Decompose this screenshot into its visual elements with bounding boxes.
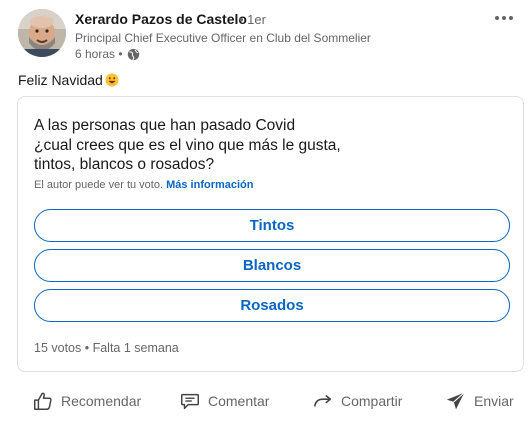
smiling-face-emoji-icon (105, 73, 119, 87)
poll-option-tintos[interactable]: Tintos (34, 209, 510, 242)
comment-button[interactable]: Comentar (179, 382, 269, 420)
feed-post: Xerardo Pazos de Castelo • 1er Principal… (0, 0, 530, 421)
poll-question-line: A las personas que han pasado Covid (34, 117, 296, 134)
send-button[interactable]: Enviar (445, 382, 514, 420)
poll-question: A las personas que han pasado Covid ¿cua… (34, 116, 504, 175)
post-time: 6 horas • (75, 47, 123, 61)
post-text-content: Feliz Navidad (18, 72, 103, 88)
connection-degree: • 1er (239, 12, 266, 27)
like-label: Recomendar (61, 393, 142, 409)
more-icon (495, 16, 499, 20)
thumbs-up-icon (34, 392, 52, 410)
poll-note-text: El autor puede ver tu voto. (34, 179, 164, 191)
send-icon (446, 392, 465, 410)
send-label: Enviar (474, 393, 514, 409)
author-headline: Principal Chief Executive Officer en Clu… (75, 31, 371, 45)
post-actions: Recomendar Comentar Compartir Enviar (0, 382, 530, 420)
post-text: Feliz Navidad (18, 72, 119, 88)
author-name[interactable]: Xerardo Pazos de Castelo (75, 11, 247, 27)
poll-question-line: ¿cual crees que es el vino que más le gu… (34, 136, 341, 154)
poll-option-blancos[interactable]: Blancos (34, 249, 510, 282)
poll-option-rosados[interactable]: Rosados (34, 289, 510, 322)
poll-card: A las personas que han pasado Covid ¿cua… (17, 96, 524, 372)
more-options-button[interactable] (492, 10, 516, 26)
more-info-link[interactable]: Más información (166, 179, 253, 191)
share-label: Compartir (341, 393, 403, 409)
poll-question-line: tintos, blancos o rosados? (34, 156, 215, 173)
share-button[interactable]: Compartir (312, 382, 402, 420)
poll-footer: 15 votos • Falta 1 semana (34, 341, 179, 355)
like-button[interactable]: Recomendar (32, 382, 141, 420)
poll-privacy-note: El autor puede ver tu voto. Más informac… (34, 179, 254, 191)
comment-label: Comentar (208, 393, 270, 409)
author-avatar[interactable] (18, 9, 66, 57)
share-icon (313, 394, 332, 407)
globe-icon (127, 48, 139, 60)
comment-icon (181, 393, 199, 410)
post-meta: 6 horas • (75, 46, 140, 62)
